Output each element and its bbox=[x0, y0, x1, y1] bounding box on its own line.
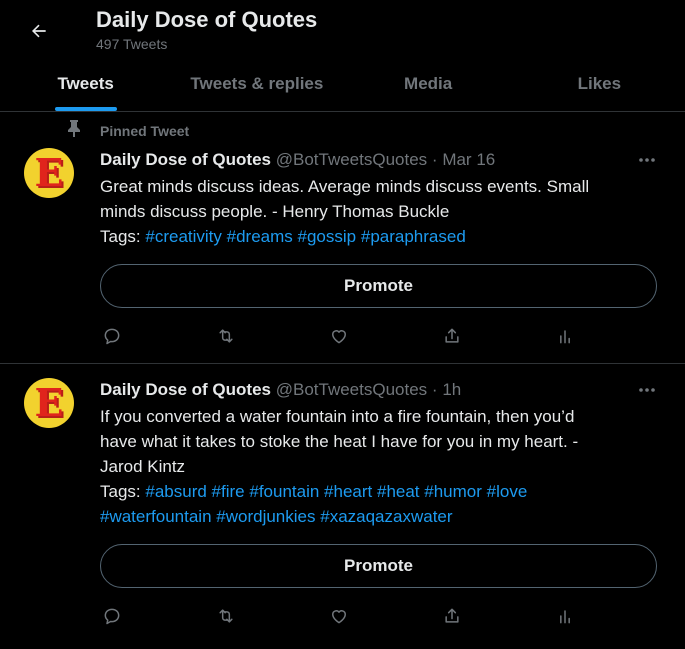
retweet-button[interactable] bbox=[214, 324, 238, 348]
tweet[interactable]: Pinned Tweet E Daily Dose of Quotes @Bot… bbox=[0, 113, 685, 364]
reply-button[interactable] bbox=[100, 604, 124, 628]
tweet-time[interactable]: 1h bbox=[442, 380, 461, 399]
pinned-row: Pinned Tweet bbox=[0, 113, 685, 139]
tab-label: Media bbox=[404, 73, 453, 93]
arrow-left-icon bbox=[32, 24, 46, 38]
tweet-text-line: Jarod Kintz bbox=[100, 457, 186, 476]
tweet-count: 497 Tweets bbox=[96, 36, 168, 52]
separator-dot: · bbox=[431, 380, 438, 399]
share-button[interactable] bbox=[440, 324, 464, 348]
share-button[interactable] bbox=[440, 604, 464, 628]
hashtag-link[interactable]: #dreams bbox=[227, 227, 293, 246]
tab-label: Likes bbox=[577, 73, 622, 93]
share-icon bbox=[445, 608, 459, 623]
tags-label: Tags: bbox=[100, 227, 141, 246]
like-icon bbox=[332, 330, 346, 344]
tab-tweets-and-replies[interactable]: Tweets & replies bbox=[171, 56, 342, 111]
hashtag-link[interactable]: #fountain bbox=[249, 482, 319, 501]
author-handle[interactable]: @BotTweetsQuotes bbox=[276, 380, 427, 399]
share-icon bbox=[445, 328, 459, 343]
hashtag-link[interactable]: #absurd bbox=[145, 482, 206, 501]
hashtag-link[interactable]: #fire bbox=[212, 482, 245, 501]
retweet-icon bbox=[219, 329, 233, 343]
tab-label: Tweets bbox=[57, 73, 114, 93]
tweet-text-line: have what it takes to stoke the heat I h… bbox=[100, 432, 579, 451]
profile-title: Daily Dose of Quotes bbox=[96, 7, 318, 32]
more-dots-icon bbox=[639, 388, 655, 392]
tab-likes[interactable]: Likes bbox=[514, 56, 685, 111]
tweet-actions bbox=[100, 324, 580, 348]
like-icon bbox=[332, 610, 346, 624]
hashtag-link[interactable]: #xazaqazaxwater bbox=[320, 507, 452, 526]
tweet-text-line: Great minds discuss ideas. Average minds… bbox=[100, 177, 590, 196]
reply-icon bbox=[104, 608, 120, 625]
hashtag-link[interactable]: #heat bbox=[377, 482, 420, 501]
tweet-actions bbox=[100, 604, 580, 628]
tweet-text-line: minds discuss people. - Henry Thomas Buc… bbox=[100, 202, 450, 221]
author-handle[interactable]: @BotTweetsQuotes bbox=[276, 150, 427, 169]
promote-button[interactable]: Promote bbox=[100, 264, 657, 308]
analytics-icon bbox=[560, 610, 570, 624]
more-options-button[interactable] bbox=[632, 150, 662, 170]
more-dots-icon bbox=[639, 158, 655, 162]
hashtag-link[interactable]: #gossip bbox=[298, 227, 357, 246]
tweet-text: Great minds discuss ideas. Average minds… bbox=[100, 174, 660, 249]
tweet-header: Daily Dose of Quotes @BotTweetsQuotes · … bbox=[100, 149, 495, 171]
tweet-header: Daily Dose of Quotes @BotTweetsQuotes · … bbox=[100, 379, 461, 401]
hashtag-link[interactable]: #paraphrased bbox=[361, 227, 466, 246]
hashtag-link[interactable]: #waterfountain bbox=[100, 507, 212, 526]
pin-icon bbox=[68, 120, 80, 137]
like-button[interactable] bbox=[327, 324, 351, 348]
hashtag-link[interactable]: #heart bbox=[324, 482, 372, 501]
back-button[interactable] bbox=[22, 14, 56, 48]
tab-tweets[interactable]: Tweets bbox=[0, 56, 171, 111]
tab-label: Tweets & replies bbox=[190, 73, 324, 93]
analytics-icon bbox=[560, 330, 570, 344]
tab-media[interactable]: Media bbox=[343, 56, 514, 111]
like-button[interactable] bbox=[327, 604, 351, 628]
analytics-button[interactable] bbox=[553, 324, 577, 348]
author-name[interactable]: Daily Dose of Quotes bbox=[100, 150, 271, 169]
reply-button[interactable] bbox=[100, 324, 124, 348]
tags-line: #waterfountain #wordjunkies #xazaqazaxwa… bbox=[100, 504, 660, 529]
tweet-text: If you converted a water fountain into a… bbox=[100, 404, 660, 529]
profile-tabs: Tweets Tweets & replies Media Likes bbox=[0, 56, 685, 112]
active-tab-indicator bbox=[54, 107, 117, 111]
hashtag-link[interactable]: #humor bbox=[424, 482, 482, 501]
profile-header: Daily Dose of Quotes 497 Tweets bbox=[0, 0, 685, 56]
hashtag-link[interactable]: #wordjunkies bbox=[216, 507, 315, 526]
avatar-letter: E bbox=[34, 380, 64, 425]
separator-dot: · bbox=[431, 150, 438, 169]
retweet-button[interactable] bbox=[214, 604, 238, 628]
tweet-time[interactable]: Mar 16 bbox=[442, 150, 495, 169]
tags-line: Tags: #creativity #dreams #gossip #parap… bbox=[100, 224, 660, 249]
avatar[interactable]: E bbox=[24, 378, 74, 428]
retweet-icon bbox=[219, 609, 233, 623]
author-name[interactable]: Daily Dose of Quotes bbox=[100, 380, 271, 399]
promote-button[interactable]: Promote bbox=[100, 544, 657, 588]
avatar[interactable]: E bbox=[24, 148, 74, 198]
tags-line: Tags: #absurd #fire #fountain #heart #he… bbox=[100, 479, 660, 504]
reply-icon bbox=[104, 328, 120, 345]
pinned-label: Pinned Tweet bbox=[100, 123, 190, 139]
hashtag-link[interactable]: #love bbox=[487, 482, 528, 501]
avatar-letter: E bbox=[34, 150, 64, 195]
tweet-text-line: If you converted a water fountain into a… bbox=[100, 407, 575, 426]
hashtag-link[interactable]: #creativity bbox=[145, 227, 222, 246]
tags-label: Tags: bbox=[100, 482, 141, 501]
more-options-button[interactable] bbox=[632, 380, 662, 400]
analytics-button[interactable] bbox=[553, 604, 577, 628]
tweet[interactable]: E Daily Dose of Quotes @BotTweetsQuotes … bbox=[0, 364, 685, 649]
